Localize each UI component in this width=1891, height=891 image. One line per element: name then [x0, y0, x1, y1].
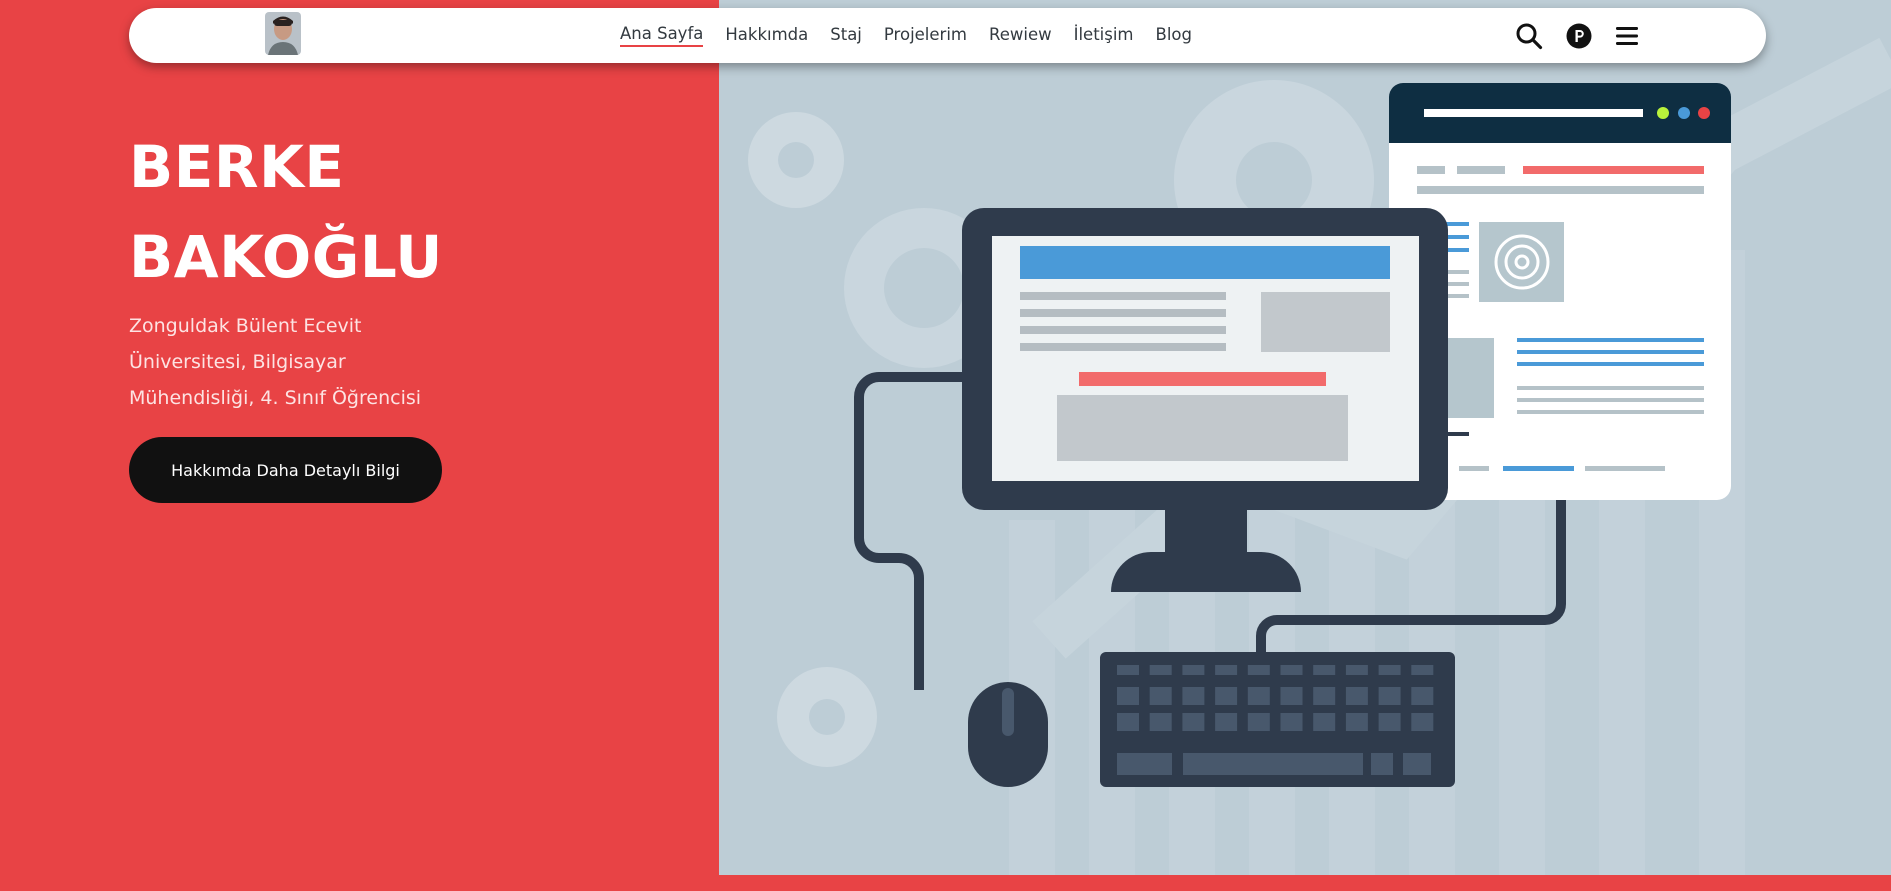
gear-icon — [748, 112, 844, 208]
keyboard-key — [1371, 753, 1393, 775]
keyboard-key — [1378, 713, 1401, 731]
keyboard-key — [1149, 665, 1172, 675]
hero-subtitle-line-3: Mühendisliği, 4. Sınıf Öğrencisi — [129, 387, 422, 409]
keyboard-key — [1183, 753, 1363, 775]
keyboard-key — [1313, 687, 1336, 705]
keyboard-key — [1215, 687, 1238, 705]
keyboard-key — [1182, 687, 1205, 705]
top-navbar: Ana Sayfa Hakkımda Staj Projelerim Rewie… — [129, 8, 1766, 63]
gear-icon — [777, 667, 877, 767]
nav-link-staj[interactable]: Staj — [830, 25, 862, 46]
nav-link-iletisim[interactable]: İletişim — [1074, 25, 1134, 46]
nav-link-ana-sayfa[interactable]: Ana Sayfa — [620, 24, 704, 47]
keyboard-key — [1280, 665, 1303, 675]
search-icon[interactable] — [1514, 21, 1544, 51]
hero-subtitle-line-1: Zonguldak Bülent Ecevit — [129, 315, 362, 337]
keyboard-key — [1313, 713, 1336, 731]
keyboard-key — [1345, 713, 1368, 731]
bottom-strip — [0, 875, 1891, 891]
keyboard-key — [1117, 687, 1139, 705]
keyboard-key — [1345, 665, 1368, 675]
hero-illustration — [748, 37, 1891, 875]
keyboard-key — [1117, 713, 1139, 731]
hero-name-line-1: BERKE — [129, 133, 345, 201]
nav-link-hakkimda[interactable]: Hakkımda — [725, 25, 808, 46]
p-badge-icon[interactable] — [1564, 21, 1594, 51]
keyboard-key — [1117, 753, 1172, 775]
keyboard — [1100, 652, 1455, 787]
keyboard-key — [1182, 713, 1205, 731]
hero-subtitle: Zonguldak Bülent Ecevit Üniversitesi, Bi… — [129, 308, 459, 416]
keyboard-key — [1149, 687, 1172, 705]
hero-subtitle-line-2: Üniversitesi, Bilgisayar — [129, 351, 346, 373]
mouse-cable — [854, 372, 966, 690]
nav-link-blog[interactable]: Blog — [1156, 25, 1192, 46]
hamburger-menu-icon[interactable] — [1612, 21, 1642, 51]
mouse — [968, 682, 1048, 787]
keyboard-key — [1411, 713, 1434, 731]
keyboard-key — [1411, 687, 1434, 705]
keyboard-key — [1280, 713, 1303, 731]
keyboard-key — [1313, 665, 1336, 675]
avatar[interactable] — [265, 12, 301, 55]
keyboard-key — [1215, 665, 1238, 675]
keyboard-key — [1149, 713, 1172, 731]
keyboard-key — [1247, 687, 1270, 705]
keyboard-key — [1215, 713, 1238, 731]
keyboard-key — [1378, 687, 1401, 705]
nav-link-rewiew[interactable]: Rewiew — [989, 25, 1052, 46]
page: Ana Sayfa Hakkımda Staj Projelerim Rewie… — [0, 0, 1891, 891]
about-more-button[interactable]: Hakkımda Daha Detaylı Bilgi — [129, 437, 442, 503]
keyboard-key — [1345, 687, 1368, 705]
keyboard-key — [1411, 665, 1434, 675]
main-nav: Ana Sayfa Hakkımda Staj Projelerim Rewie… — [620, 8, 1192, 63]
keyboard-key — [1247, 665, 1270, 675]
keyboard-key — [1247, 713, 1270, 731]
keyboard-key — [1117, 665, 1139, 675]
hero-name: BERKE BAKOĞLU — [129, 122, 443, 302]
keyboard-key — [1403, 753, 1431, 775]
keyboard-key — [1182, 665, 1205, 675]
nav-link-projelerim[interactable]: Projelerim — [884, 25, 967, 46]
keyboard-key — [1378, 665, 1401, 675]
hero-name-line-2: BAKOĞLU — [129, 223, 443, 291]
keyboard-key — [1280, 687, 1303, 705]
navbar-actions — [1514, 8, 1642, 63]
avatar-image — [265, 12, 301, 55]
